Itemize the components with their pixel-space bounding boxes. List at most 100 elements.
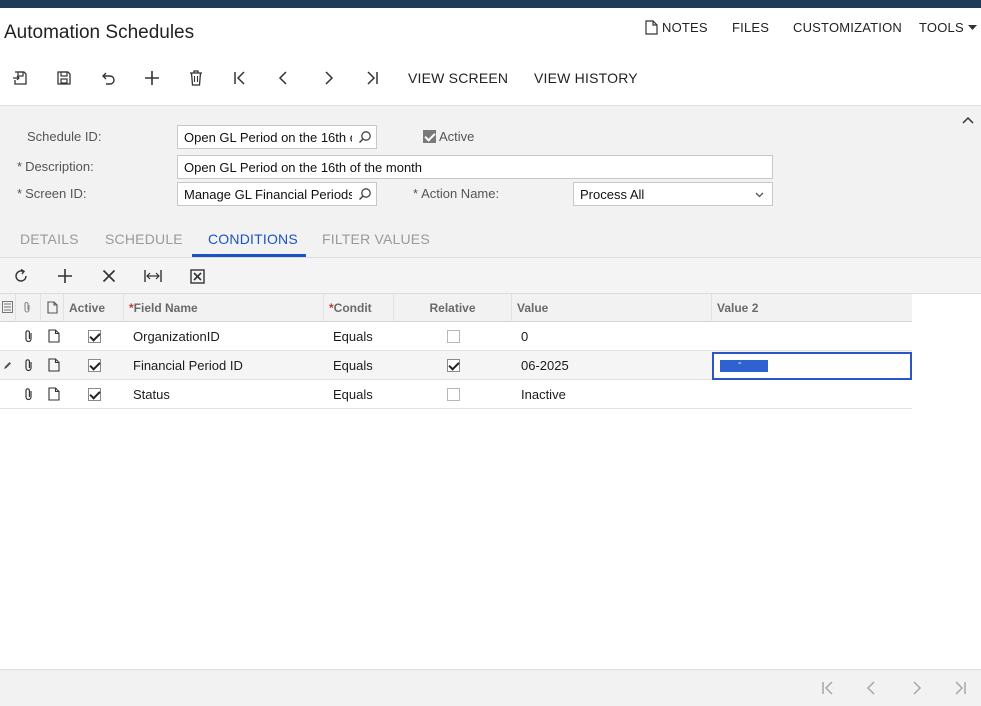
note-icon[interactable] [47, 387, 61, 401]
value2-cell-editor[interactable]: - [712, 352, 912, 380]
row-active-checkbox[interactable] [88, 388, 101, 401]
col-value2[interactable]: Value 2 [712, 294, 912, 322]
note-icon [47, 301, 58, 314]
value-cell[interactable]: 0 [521, 329, 528, 344]
paperclip-icon[interactable] [22, 358, 36, 372]
row-relative-checkbox[interactable] [447, 388, 460, 401]
col-field-name-wrap[interactable]: *Field Name [124, 294, 324, 322]
tab-bar: DETAILS SCHEDULE CONDITIONS FILTER VALUE… [0, 222, 981, 258]
table-row[interactable]: Status Equals Inactive [0, 380, 912, 409]
caret-down-icon [967, 24, 977, 30]
undo-button[interactable] [95, 66, 121, 90]
plus-icon [58, 269, 72, 283]
text-cursor: - [738, 357, 742, 369]
pager-prev-button[interactable] [861, 679, 883, 697]
refresh-icon [15, 268, 27, 282]
next-record-button[interactable] [315, 66, 341, 90]
view-screen-button[interactable]: VIEW SCREEN [408, 70, 508, 86]
close-icon [102, 269, 116, 283]
condition-cell[interactable]: Equals [333, 329, 373, 344]
screen-id-label: Screen ID: [25, 186, 87, 201]
first-icon [234, 71, 245, 85]
row-active-checkbox[interactable] [88, 330, 101, 343]
row-relative-checkbox[interactable] [447, 330, 460, 343]
customization-button[interactable]: CUSTOMIZATION [793, 20, 902, 35]
export-excel-button[interactable] [184, 264, 210, 288]
notes-button[interactable]: NOTES [645, 20, 708, 35]
description-field[interactable]: Open GL Period on the 16th of the month [177, 155, 773, 179]
files-button[interactable]: FILES [732, 20, 769, 35]
field-name-cell[interactable]: Status [133, 387, 170, 402]
plus-icon [145, 71, 159, 85]
save-close-button[interactable] [7, 66, 33, 90]
pager-last-button[interactable] [949, 679, 971, 697]
delete-button[interactable] [183, 66, 209, 90]
schedule-id-value: Open GL Period on the 16th of the month [184, 130, 352, 145]
add-button[interactable] [139, 66, 165, 90]
table-row[interactable]: OrganizationID Equals 0 [0, 322, 912, 351]
screen-id-field[interactable]: Manage GL Financial Periods [177, 182, 377, 206]
note-icon[interactable] [47, 358, 61, 372]
chevron-down-icon [755, 192, 764, 198]
edit-pencil-icon [4, 362, 11, 369]
row-options-icon [2, 301, 13, 313]
refresh-button[interactable] [8, 264, 34, 288]
value-cell[interactable]: Inactive [521, 387, 566, 402]
search-icon[interactable] [358, 130, 372, 144]
tab-details[interactable]: DETAILS [20, 231, 79, 247]
col-relative[interactable]: Relative [394, 294, 512, 322]
pager-first-button[interactable] [817, 679, 839, 697]
undo-icon [102, 72, 115, 85]
tools-menu[interactable]: TOOLS [919, 20, 977, 35]
prev-icon [866, 681, 875, 695]
tab-schedule[interactable]: SCHEDULE [105, 231, 183, 247]
paperclip-icon[interactable] [22, 329, 36, 343]
col-condition: Condit [333, 301, 372, 315]
fit-columns-button[interactable] [140, 264, 166, 288]
condition-cell[interactable]: Equals [333, 358, 373, 373]
tab-conditions[interactable]: CONDITIONS [208, 231, 298, 247]
active-label: Active [439, 129, 475, 144]
tools-label: TOOLS [919, 20, 964, 35]
tab-filter-values[interactable]: FILTER VALUES [322, 231, 430, 247]
col-condition-wrap[interactable]: *Condit [324, 294, 394, 322]
active-check-box[interactable] [423, 130, 436, 143]
row-active-checkbox[interactable] [88, 359, 101, 372]
col-active[interactable]: Active [64, 294, 124, 322]
prev-record-button[interactable] [271, 66, 297, 90]
field-name-cell[interactable]: OrganizationID [133, 329, 220, 344]
delete-row-button[interactable] [96, 264, 122, 288]
row-relative-checkbox[interactable] [447, 359, 460, 372]
add-row-button[interactable] [52, 264, 78, 288]
files-label: FILES [732, 20, 770, 35]
top-strip [0, 0, 981, 8]
field-name-cell[interactable]: Financial Period ID [133, 358, 243, 373]
collapse-up-icon[interactable] [962, 116, 974, 124]
col-value[interactable]: Value [512, 294, 712, 322]
screen-id-label-wrap: * Screen ID: [17, 186, 86, 201]
save-button[interactable] [51, 66, 77, 90]
row-selector-header[interactable] [0, 294, 16, 322]
view-history-button[interactable]: VIEW HISTORY [534, 70, 638, 86]
save-close-icon [13, 71, 27, 85]
action-name-label: Action Name: [421, 186, 500, 201]
last-record-button[interactable] [359, 66, 385, 90]
paperclip-icon [24, 302, 30, 313]
paperclip-icon[interactable] [22, 387, 36, 401]
value-cell[interactable]: 06-2025 [521, 358, 569, 373]
schedule-id-field[interactable]: Open GL Period on the 16th of the month [177, 125, 377, 149]
grid-toolbar [0, 257, 981, 294]
notes-header [41, 294, 64, 322]
condition-cell[interactable]: Equals [333, 387, 373, 402]
customization-label: CUSTOMIZATION [793, 20, 903, 35]
note-icon[interactable] [47, 329, 61, 343]
required-mark: * [17, 186, 23, 201]
attachments-header [16, 294, 41, 322]
search-icon[interactable] [358, 187, 372, 201]
active-checkbox[interactable]: Active [423, 129, 474, 144]
first-record-button[interactable] [227, 66, 253, 90]
action-name-select[interactable]: Process All [573, 182, 773, 206]
description-label-wrap: * Description: [17, 159, 94, 174]
required-mark: * [17, 159, 23, 174]
pager-next-button[interactable] [905, 679, 927, 697]
